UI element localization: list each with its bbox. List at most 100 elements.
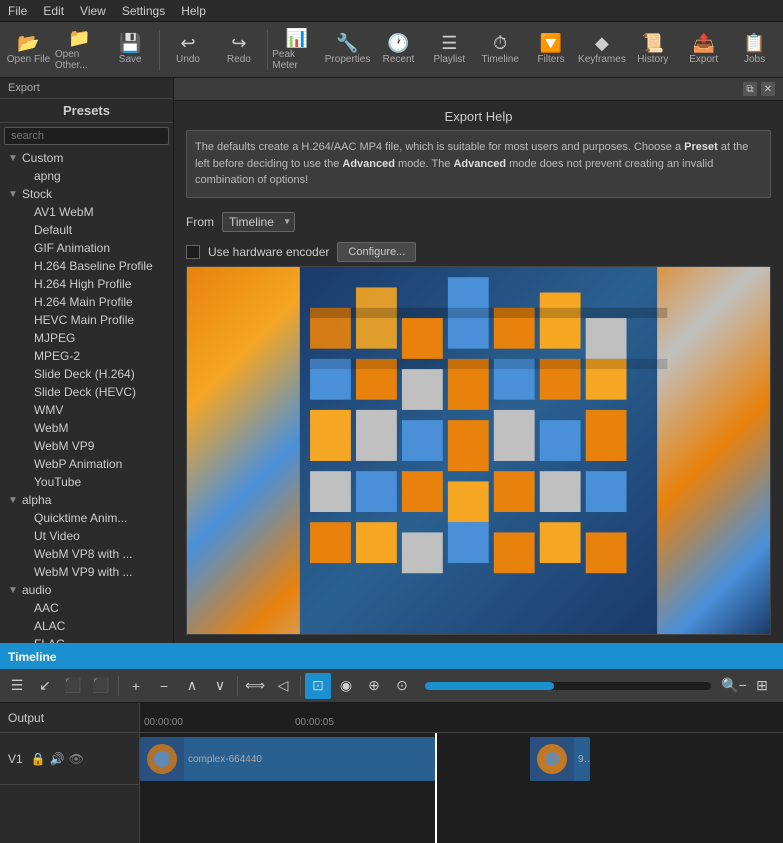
tl-up-button[interactable]: ∧ (179, 673, 205, 699)
tree-item-5[interactable]: GIF Animation (0, 239, 173, 257)
float-button[interactable]: ⧉ (743, 82, 757, 96)
toolbar-divider-2 (267, 30, 268, 70)
tl-playhead[interactable] (435, 733, 437, 843)
tl-separator-2 (237, 676, 238, 696)
tl-reverse-button[interactable]: ◁ (270, 673, 296, 699)
tree-item-14[interactable]: WMV (0, 401, 173, 419)
open-file-label: Open File (7, 54, 50, 65)
tl-zoom-timeline-button[interactable]: ⊙ (389, 673, 415, 699)
save-button[interactable]: 💾 Save (106, 25, 155, 75)
from-select-wrapper: Timeline ▼ (222, 212, 295, 232)
redo-button[interactable]: ↪ Redo (214, 25, 263, 75)
open-file-button[interactable]: 📂 Open File (4, 25, 53, 75)
menu-edit[interactable]: Edit (35, 2, 72, 20)
menu-settings[interactable]: Settings (114, 2, 173, 20)
tl-scroll-bar[interactable] (425, 682, 554, 690)
tl-ripple-button[interactable]: ⊕ (361, 673, 387, 699)
configure-button[interactable]: Configure... (337, 242, 416, 262)
tree-item-3[interactable]: AV1 WebM (0, 203, 173, 221)
tree-item-4[interactable]: Default (0, 221, 173, 239)
timeline-tracks-header: Output V1 🔒 🔊 👁 (0, 703, 140, 843)
tree-item-26[interactable]: ALAC (0, 617, 173, 635)
timeline-title: Timeline (8, 650, 56, 664)
tree-item-20[interactable]: Quicktime Anim... (0, 509, 173, 527)
timeline-ruler[interactable]: 00:00:00 00:00:05 (140, 703, 783, 733)
tl-track-name: V1 (8, 752, 23, 766)
help-preset: Preset (684, 141, 718, 153)
keyframes-button[interactable]: ◆ Keyframes (578, 25, 627, 75)
presets-header: Presets (0, 99, 173, 123)
tl-snap-button[interactable]: ⊡ (305, 673, 331, 699)
preview-svg (187, 267, 770, 635)
tree-item-1[interactable]: apng (0, 167, 173, 185)
tl-clips-area[interactable]: complex-664440 920.jpg (140, 733, 783, 843)
tree-item-18[interactable]: YouTube (0, 473, 173, 491)
tree-item-16[interactable]: WebM VP9 (0, 437, 173, 455)
tl-lift-button[interactable]: + (123, 673, 149, 699)
tl-eye-icon[interactable]: 👁 (69, 752, 84, 766)
playlist-label: Playlist (433, 54, 465, 65)
help-advanced: Advanced (342, 158, 395, 170)
export-help-box: The defaults create a H.264/AAC MP4 file… (186, 130, 771, 198)
tl-scrub-button[interactable]: ◉ (333, 673, 359, 699)
tl-clip-second[interactable]: 920.jpg (530, 737, 590, 781)
tree-item-7[interactable]: H.264 High Profile (0, 275, 173, 293)
tree-item-24[interactable]: ▼audio (0, 581, 173, 599)
tree-item-10[interactable]: MJPEG (0, 329, 173, 347)
menu-help[interactable]: Help (173, 2, 214, 20)
tree-item-9[interactable]: HEVC Main Profile (0, 311, 173, 329)
filters-icon: 🔽 (540, 34, 562, 52)
jobs-button[interactable]: 📋 Jobs (730, 25, 779, 75)
peak-meter-button[interactable]: 📊 Peak Meter (272, 25, 321, 75)
tl-split-button[interactable]: ⟺ (242, 673, 268, 699)
close-button[interactable]: ✕ (761, 82, 775, 96)
open-other-button[interactable]: 📁 Open Other... (55, 25, 104, 75)
tree-item-27[interactable]: FLAC (0, 635, 173, 643)
tree-item-25[interactable]: AAC (0, 599, 173, 617)
tree-item-21[interactable]: Ut Video (0, 527, 173, 545)
tree-item-23[interactable]: WebM VP9 with ... (0, 563, 173, 581)
tree-item-2[interactable]: ▼Stock (0, 185, 173, 203)
tl-zoom-controls: 🔍− ⊞ (721, 673, 775, 699)
toolbar: 📂 Open File 📁 Open Other... 💾 Save ↩ Und… (0, 22, 783, 78)
tl-lock-icon[interactable]: 🔒 (31, 752, 46, 766)
menu-view[interactable]: View (72, 2, 114, 20)
tl-zoom-in-button[interactable]: ⊞ (749, 673, 775, 699)
tree-item-6[interactable]: H.264 Baseline Profile (0, 257, 173, 275)
filters-button[interactable]: 🔽 Filters (527, 25, 576, 75)
export-help-container: Export Help The defaults create a H.264/… (174, 101, 783, 206)
tree-item-13[interactable]: Slide Deck (HEVC) (0, 383, 173, 401)
tl-add-button[interactable]: ⬛ (60, 673, 86, 699)
tree-item-19[interactable]: ▼alpha (0, 491, 173, 509)
tl-clip-main[interactable]: complex-664440 (140, 737, 435, 781)
tl-menu-button[interactable]: ☰ (4, 673, 30, 699)
tree-item-15[interactable]: WebM (0, 419, 173, 437)
tree-item-12[interactable]: Slide Deck (H.264) (0, 365, 173, 383)
tl-overwrite-button[interactable]: ⬛ (88, 673, 114, 699)
recent-button[interactable]: 🕐 Recent (374, 25, 423, 75)
tree-item-22[interactable]: WebM VP8 with ... (0, 545, 173, 563)
history-button[interactable]: 📜 History (628, 25, 677, 75)
properties-icon: 🔧 (336, 34, 358, 52)
menu-file[interactable]: File (0, 2, 35, 20)
search-input[interactable] (4, 127, 169, 145)
export-button[interactable]: 📤 Export (679, 25, 728, 75)
timeline-button[interactable]: ⏱ Timeline (476, 25, 525, 75)
undo-button[interactable]: ↩ Undo (164, 25, 213, 75)
hw-encoder-row: Use hardware encoder Configure... (174, 238, 783, 266)
preview-image (187, 267, 770, 635)
tree-item-11[interactable]: MPEG-2 (0, 347, 173, 365)
tl-remove-button[interactable]: − (151, 673, 177, 699)
tl-append-button[interactable]: ↙ (32, 673, 58, 699)
timeline-label: Timeline (481, 54, 518, 65)
playlist-button[interactable]: ☰ Playlist (425, 25, 474, 75)
from-select[interactable]: Timeline (222, 212, 295, 232)
properties-button[interactable]: 🔧 Properties (323, 25, 372, 75)
tree-item-17[interactable]: WebP Animation (0, 455, 173, 473)
hw-encoder-checkbox[interactable] (186, 245, 200, 259)
tl-audio-icon[interactable]: 🔊 (50, 752, 65, 766)
tl-down-button[interactable]: ∨ (207, 673, 233, 699)
tl-zoom-out-button[interactable]: 🔍− (721, 673, 747, 699)
tree-item-0[interactable]: ▼Custom (0, 149, 173, 167)
tree-item-8[interactable]: H.264 Main Profile (0, 293, 173, 311)
